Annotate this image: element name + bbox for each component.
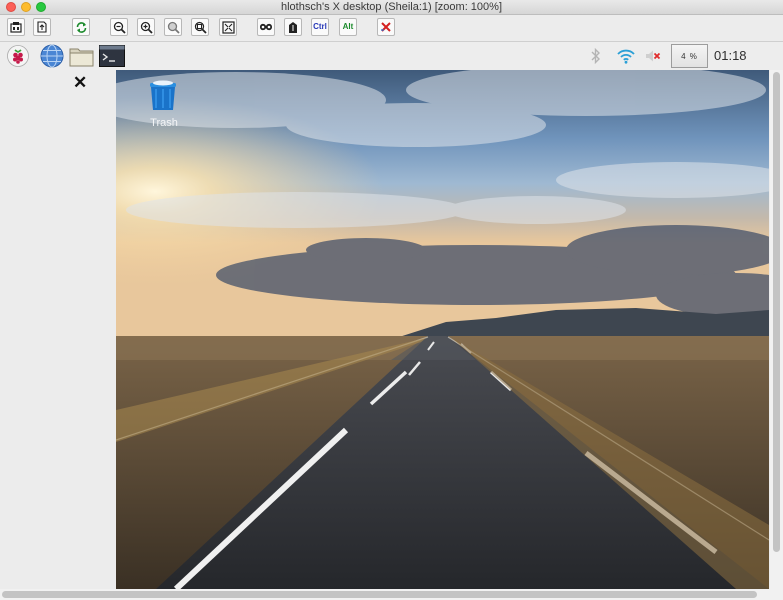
zoom-out-button[interactable] [110, 18, 128, 36]
file-manager-icon [69, 48, 94, 67]
zoom-reset-icon [167, 21, 180, 34]
refresh-icon [76, 21, 86, 33]
fullscreen-button[interactable] [219, 18, 237, 36]
horizontal-scrollbar[interactable] [0, 589, 783, 600]
disconnect-icon [381, 22, 391, 32]
desktop-wallpaper [116, 70, 769, 589]
ctrl-alt-del-button[interactable] [257, 18, 275, 36]
window-titlebar[interactable]: hlothsch's X desktop (Sheila:1) [zoom: 1… [0, 0, 783, 15]
vertical-scrollbar[interactable] [770, 70, 783, 592]
send-keys-icon [289, 21, 297, 33]
desktop-area[interactable]: Trash [116, 70, 769, 589]
bluetooth-tray[interactable] [588, 46, 604, 66]
zoom-fit-button[interactable] [191, 18, 209, 36]
raspberry-icon [7, 45, 29, 67]
zoom-in-icon [140, 21, 153, 34]
terminal-launcher[interactable] [99, 44, 125, 68]
wifi-icon [617, 49, 635, 64]
ctrl-key-button[interactable]: Ctrl [311, 18, 329, 36]
zoom-in-button[interactable] [137, 18, 155, 36]
info-button[interactable] [7, 18, 25, 36]
trash-label: Trash [150, 117, 178, 129]
info-icon [10, 22, 22, 33]
wifi-tray[interactable] [616, 46, 636, 66]
raspberry-menu-button[interactable] [6, 44, 30, 68]
trash-icon[interactable] [146, 77, 180, 111]
close-icon[interactable]: ✕ [73, 74, 87, 91]
zoom-fit-icon [194, 21, 207, 34]
volume-tray[interactable] [644, 46, 662, 66]
fullscreen-icon [221, 20, 235, 34]
zoom-reset-button[interactable] [164, 18, 182, 36]
ctrl-alt-del-icon [260, 23, 272, 31]
send-keys-button[interactable] [284, 18, 302, 36]
terminal-icon [99, 45, 125, 67]
zoom-out-icon [113, 21, 126, 34]
file-transfer-button[interactable] [33, 18, 51, 36]
alt-key-button[interactable]: Alt [339, 18, 357, 36]
panel-clock[interactable]: 01:18 [714, 48, 747, 63]
volume-muted-icon [646, 50, 661, 62]
horizontal-scroll-thumb[interactable] [2, 591, 757, 598]
refresh-button[interactable] [72, 18, 90, 36]
window-title: hlothsch's X desktop (Sheila:1) [zoom: 1… [281, 1, 502, 13]
web-browser-icon [40, 44, 64, 68]
vertical-scroll-thumb[interactable] [773, 72, 780, 552]
file-manager-launcher[interactable] [69, 44, 95, 68]
disconnect-button[interactable] [377, 18, 395, 36]
vnc-toolbar: Ctrl Alt [0, 15, 783, 42]
web-browser-launcher[interactable] [40, 44, 64, 68]
desktop-panel: 4 % 01:18 [0, 42, 783, 70]
cpu-usage-monitor[interactable]: 4 % [671, 44, 708, 68]
file-transfer-icon [37, 21, 47, 33]
bluetooth-icon [591, 48, 600, 64]
